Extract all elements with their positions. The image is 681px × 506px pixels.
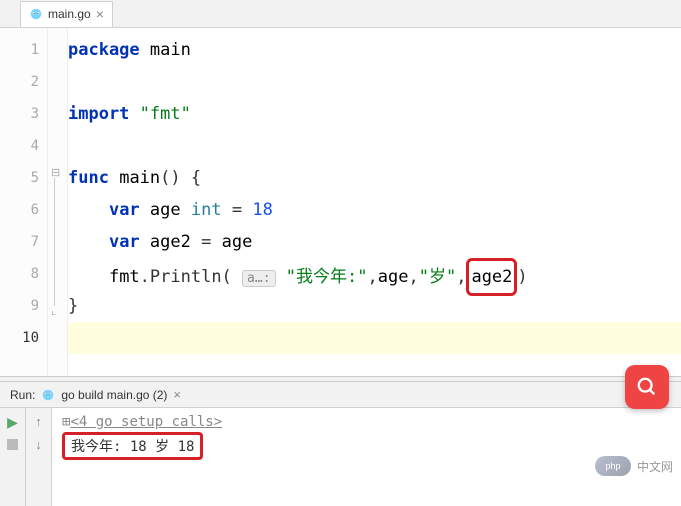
code-editor[interactable]: 1 2 3 4 5▶ 6 7 8 9 10 ⊟ ⌞ package main i… xyxy=(0,28,681,376)
run-tool-window: Run: go build main.go (2) × ▶ ↑ ↓ ⊞<4 go… xyxy=(0,382,681,506)
keyword-package: package xyxy=(68,40,140,60)
line-number: 3 xyxy=(0,98,47,130)
keyword-import: import xyxy=(68,104,129,124)
func-name: main xyxy=(119,168,160,188)
keyword-var: var xyxy=(109,232,140,252)
search-icon xyxy=(636,376,658,398)
highlight-age2-box: age2 xyxy=(466,258,517,296)
fold-column: ⊟ ⌞ xyxy=(48,28,68,376)
param-hint: a…: xyxy=(242,270,275,287)
fold-end-icon[interactable]: ⌞ xyxy=(51,304,56,317)
run-toolbar-secondary: ↑ ↓ xyxy=(26,408,52,506)
type-int: int xyxy=(191,200,222,220)
current-line xyxy=(68,322,681,354)
rerun-icon[interactable]: ▶ xyxy=(7,414,18,431)
package-name: main xyxy=(150,40,191,60)
line-number: 10 xyxy=(0,322,47,354)
identifier: age xyxy=(222,232,253,252)
editor-tab-bar: main.go × xyxy=(0,0,681,28)
brace-close: } xyxy=(68,296,78,316)
code-content[interactable]: package main import "fmt" func main() { … xyxy=(68,28,681,376)
run-toolbar-primary: ▶ xyxy=(0,408,26,506)
string-literal: "我今年:" xyxy=(286,267,368,287)
run-label: Run: xyxy=(10,388,35,402)
identifier: age xyxy=(150,200,181,220)
close-run-tab-icon[interactable]: × xyxy=(173,387,181,402)
file-tab-main-go[interactable]: main.go × xyxy=(20,1,113,27)
search-fab-button[interactable] xyxy=(625,365,669,409)
close-tab-icon[interactable]: × xyxy=(96,6,104,22)
arrow-down-icon[interactable]: ↓ xyxy=(35,437,42,452)
keyword-var: var xyxy=(109,200,140,220)
line-number: 9 xyxy=(0,290,47,322)
number-literal: 18 xyxy=(252,200,272,220)
watermark-logo: php xyxy=(595,456,631,476)
setup-calls-link[interactable]: <4 go setup calls> xyxy=(70,414,222,430)
string-literal: "岁" xyxy=(419,267,456,287)
keyword-func: func xyxy=(68,168,109,188)
line-number: 6 xyxy=(0,194,47,226)
line-number: 1 xyxy=(0,34,47,66)
run-config-name[interactable]: go build main.go (2) xyxy=(61,388,167,402)
pkg-fmt: fmt xyxy=(109,267,140,287)
line-number: 4 xyxy=(0,130,47,162)
program-output: 我今年: 18 岁 18 xyxy=(71,439,194,455)
stop-icon[interactable] xyxy=(7,439,18,450)
line-number: 7 xyxy=(0,226,47,258)
line-number-gutter: 1 2 3 4 5▶ 6 7 8 9 10 xyxy=(0,28,48,376)
go-file-icon xyxy=(29,7,43,21)
arrow-up-icon[interactable]: ↑ xyxy=(35,414,42,429)
identifier: age2 xyxy=(150,232,191,252)
tab-filename: main.go xyxy=(48,7,91,21)
fold-line xyxy=(54,178,55,306)
run-header: Run: go build main.go (2) × xyxy=(0,382,681,408)
fold-start-icon[interactable]: ⊟ xyxy=(51,166,60,179)
watermark: php 中文网 xyxy=(595,456,673,476)
import-path: "fmt" xyxy=(140,104,191,124)
func-println: .Println( xyxy=(140,267,232,287)
highlight-output-box: 我今年: 18 岁 18 xyxy=(62,432,203,460)
line-number: 8 xyxy=(0,258,47,290)
go-file-icon xyxy=(41,388,55,402)
line-number: 2 xyxy=(0,66,47,98)
line-number: 5▶ xyxy=(0,162,47,194)
func-signature: () { xyxy=(160,168,201,188)
console-output[interactable]: ⊞<4 go setup calls> 我今年: 18 岁 18 xyxy=(52,408,681,506)
watermark-text: 中文网 xyxy=(637,458,673,475)
